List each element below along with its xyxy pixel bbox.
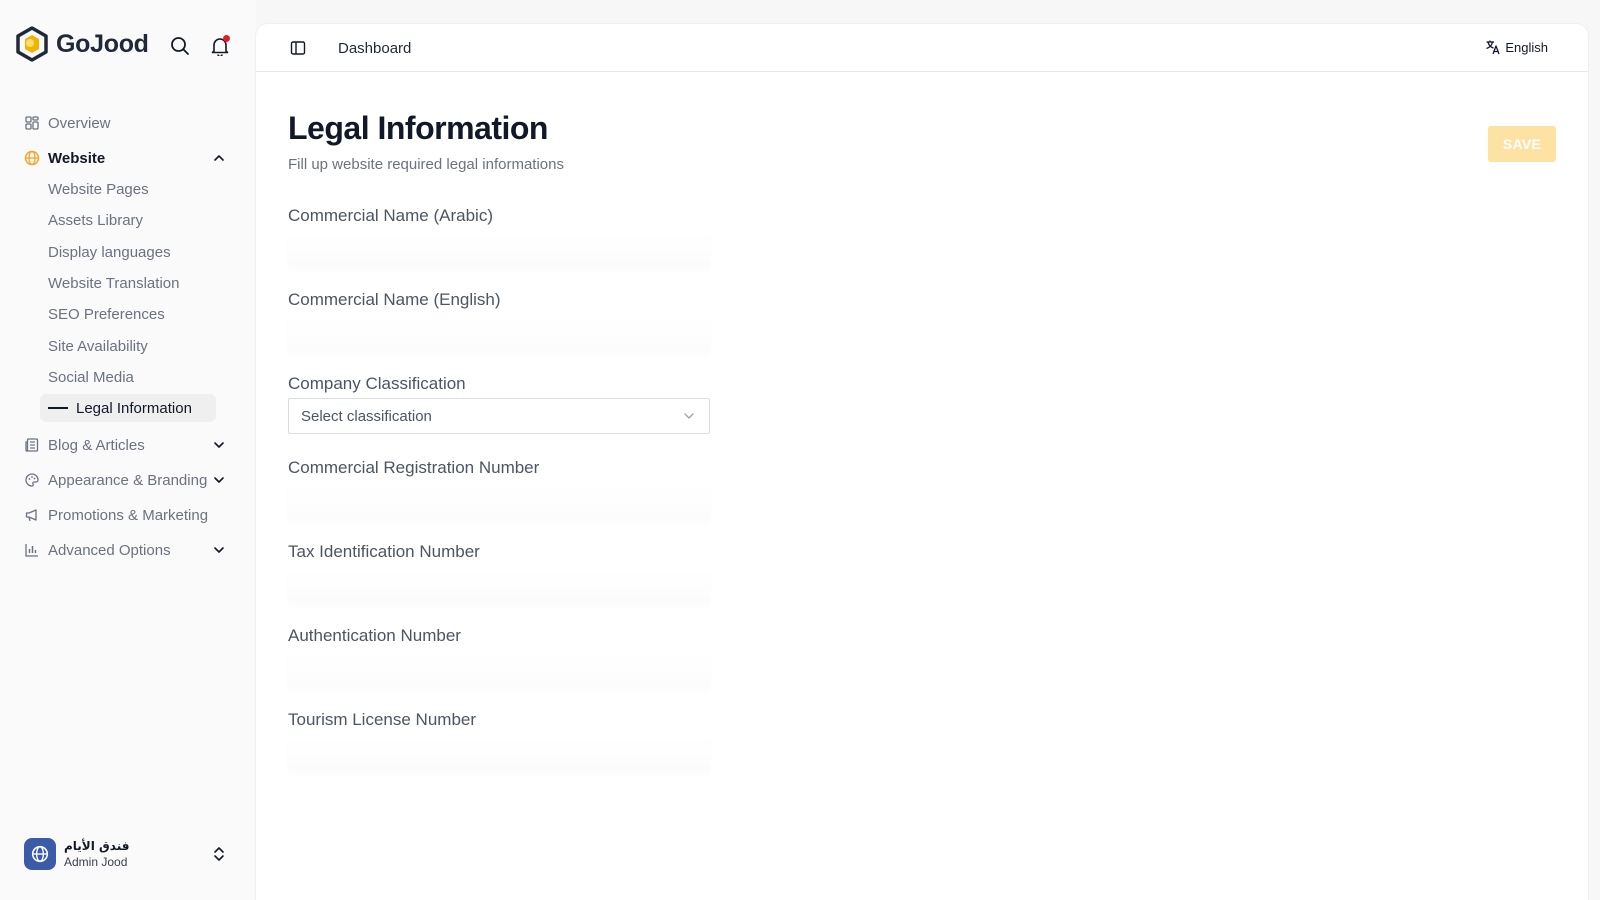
language-label: English xyxy=(1505,39,1548,55)
search-icon xyxy=(171,37,189,55)
commercial-name-arabic-input[interactable] xyxy=(288,232,710,268)
sidebar-item-label: Appearance & Branding xyxy=(48,471,208,489)
globe-icon xyxy=(24,150,40,166)
gojood-logo-icon xyxy=(16,26,48,62)
tourism-license-input[interactable] xyxy=(288,736,710,772)
notification-badge xyxy=(223,35,230,42)
globe-icon xyxy=(31,845,49,863)
sidebar-subitem-label: Website Translation xyxy=(48,274,180,292)
grid-icon xyxy=(25,116,39,130)
sidebar-item-advanced-options[interactable]: Advanced Options xyxy=(16,535,238,565)
topbar: Dashboard English xyxy=(256,24,1588,72)
sidebar-subitem-legal-information[interactable]: Legal Information xyxy=(40,394,216,422)
main-panel: Dashboard English Legal Information Fill… xyxy=(256,24,1588,900)
sidebar-subitem-seo-preferences[interactable]: SEO Preferences xyxy=(40,300,216,328)
avatar xyxy=(24,838,56,870)
breadcrumb[interactable]: Dashboard xyxy=(338,40,411,57)
chevron-down-icon xyxy=(214,547,224,553)
sidebar-subitem-website-pages[interactable]: Website Pages xyxy=(40,175,216,203)
sidebar-subitem-label: Site Availability xyxy=(48,337,148,355)
tax-id-label: Tax Identification Number xyxy=(288,542,480,561)
commercial-registration-input[interactable] xyxy=(288,484,710,520)
sidebar-item-website[interactable]: Website xyxy=(16,143,238,173)
sidebar-subitem-label: Website Pages xyxy=(48,180,149,198)
account-switcher[interactable]: فندق الأيام Admin Jood xyxy=(24,836,238,872)
account-name: فندق الأيام xyxy=(64,839,130,853)
sidebar: GoJood Overview Website Website Pages As… xyxy=(0,0,256,900)
sidebar-subitem-label: Social Media xyxy=(48,368,134,386)
sidebar-subitem-label: Legal Information xyxy=(76,399,192,417)
brand[interactable]: GoJood xyxy=(14,26,149,62)
commercial-registration-label: Commercial Registration Number xyxy=(288,458,540,477)
tax-id-input[interactable] xyxy=(288,568,710,604)
sidebar-item-appearance-branding[interactable]: Appearance & Branding xyxy=(16,465,238,495)
sidebar-subitem-label: Display languages xyxy=(48,243,171,261)
chevron-up-icon xyxy=(214,155,224,161)
save-button[interactable]: SAVE xyxy=(1488,126,1556,162)
active-indicator xyxy=(48,407,68,409)
commercial-name-english-label: Commercial Name (English) xyxy=(288,290,501,309)
commercial-name-arabic-label: Commercial Name (Arabic) xyxy=(288,206,493,225)
translate-icon xyxy=(1486,40,1500,55)
authentication-number-input[interactable] xyxy=(288,652,710,688)
sidebar-item-label: Promotions & Marketing xyxy=(48,506,209,524)
sidebar-subitem-site-availability[interactable]: Site Availability xyxy=(40,332,216,360)
bar-chart-icon xyxy=(25,544,38,557)
commercial-name-english-input[interactable] xyxy=(288,316,710,352)
megaphone-icon xyxy=(25,509,37,522)
sidebar-item-label: Advanced Options xyxy=(48,541,171,559)
sidebar-subitem-label: SEO Preferences xyxy=(48,305,165,323)
page-title: Legal Information xyxy=(288,110,548,146)
tourism-license-label: Tourism License Number xyxy=(288,710,477,729)
sidebar-item-label: Website xyxy=(48,149,106,167)
sidebar-item-promotions-marketing[interactable]: Promotions & Marketing xyxy=(16,500,238,530)
account-role: Admin Jood xyxy=(64,855,128,869)
sidebar-item-label: Overview xyxy=(48,114,111,132)
sidebar-toggle-icon[interactable] xyxy=(290,40,306,56)
sidebar-item-blog-articles[interactable]: Blog & Articles xyxy=(16,430,238,460)
sidebar-subitem-social-media[interactable]: Social Media xyxy=(40,363,216,391)
chevron-down-icon xyxy=(214,477,224,483)
notifications-button[interactable] xyxy=(208,34,232,58)
sidebar-subitem-label: Assets Library xyxy=(48,211,144,229)
sidebar-item-label: Blog & Articles xyxy=(48,436,145,454)
page-subtitle: Fill up website required legal informati… xyxy=(288,156,564,173)
brand-name: GoJood xyxy=(56,29,149,58)
palette-icon xyxy=(25,473,39,487)
chevron-down-icon xyxy=(214,442,224,448)
company-classification-label: Company Classification xyxy=(288,374,466,393)
sidebar-subitem-display-languages[interactable]: Display languages xyxy=(40,238,216,266)
select-placeholder: Select classification xyxy=(301,407,432,425)
company-classification-select[interactable]: Select classification xyxy=(288,398,710,434)
authentication-number-label: Authentication Number xyxy=(288,626,461,645)
sidebar-subitem-website-translation[interactable]: Website Translation xyxy=(40,269,216,297)
chevron-up-down-icon xyxy=(214,847,224,861)
sidebar-subitem-assets-library[interactable]: Assets Library xyxy=(40,206,216,234)
search-button[interactable] xyxy=(168,34,192,58)
sidebar-item-overview[interactable]: Overview xyxy=(16,108,238,138)
chevron-down-icon xyxy=(684,413,694,419)
newspaper-icon xyxy=(25,438,39,452)
language-switcher[interactable]: English xyxy=(1485,39,1548,55)
